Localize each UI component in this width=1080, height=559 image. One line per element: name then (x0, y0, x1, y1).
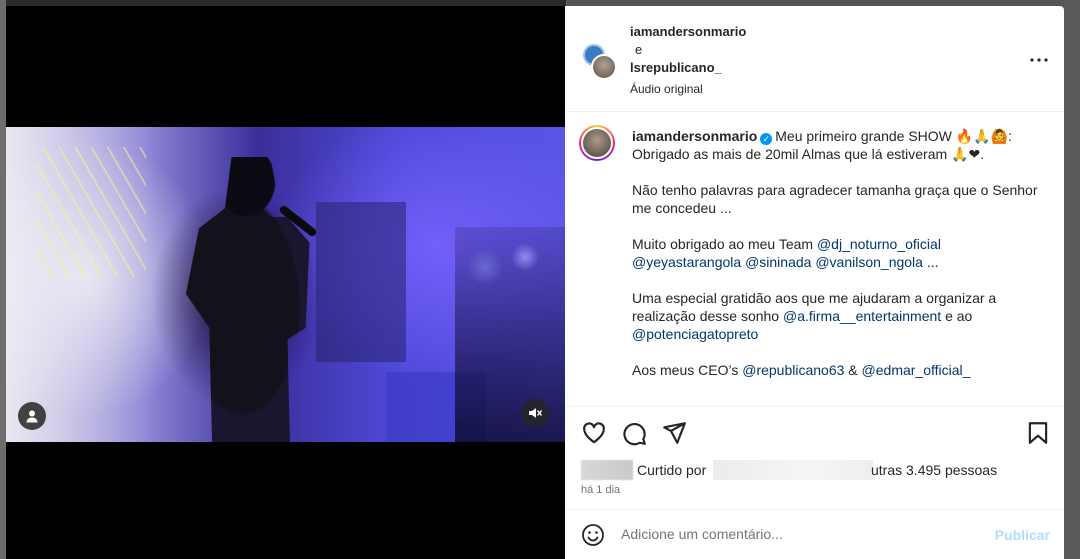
caption-para4-and: e ao (945, 308, 973, 324)
avatar (591, 54, 617, 80)
mention-link[interactable]: @sininada (745, 254, 811, 270)
post-side-panel: iamandersonmario e lsrepublicano_ Áudio … (565, 6, 1064, 559)
verified-badge-icon: ✓ (760, 133, 773, 145)
more-options-button[interactable] (1027, 48, 1051, 72)
mute-button[interactable] (521, 399, 549, 427)
post-header: iamandersonmario e lsrepublicano_ Áudio … (565, 6, 1064, 112)
mention-link[interactable]: @dj_noturno_oficial (817, 236, 941, 252)
comment-button[interactable] (621, 420, 647, 446)
author-joiner: e (635, 42, 643, 57)
caption-para3-suffix: ... (926, 254, 939, 270)
liked-by-label: Curtido por (637, 462, 707, 478)
save-button[interactable] (1025, 420, 1051, 446)
emoji-button[interactable] (581, 523, 605, 547)
mention-link[interactable]: @yeyastarangola (632, 254, 741, 270)
mention-link[interactable]: @potenciagatopreto (632, 326, 758, 342)
blurred-avatar (581, 460, 633, 480)
post-actions (565, 406, 1064, 458)
blurred-name (713, 460, 873, 480)
author-username[interactable]: iamandersonmario (630, 23, 746, 41)
mention-link[interactable]: @a.firma__entertainment (783, 308, 941, 324)
caption-area: iamandersonmario ✓ Meu primeiro grande SHO… (565, 113, 1064, 405)
post-media (6, 6, 565, 559)
caption-para3-text: Muito obrigado ao meu Team (632, 236, 814, 252)
like-button[interactable] (581, 420, 607, 446)
comment-icon (623, 422, 646, 446)
heart-icon (583, 422, 605, 444)
share-icon (663, 422, 686, 444)
caption-para5-text: Aos meus CEO’s (632, 362, 739, 378)
reel-video[interactable] (6, 127, 565, 442)
caption-username[interactable]: iamandersonmario (632, 128, 757, 144)
caption-line-1: Meu primeiro grande SHOW 🔥🙏🙆: (775, 128, 1012, 144)
mention-link[interactable]: @vanilson_ngola (815, 254, 923, 270)
coauthor-username[interactable]: lsrepublicano_ (630, 59, 746, 77)
collab-avatars[interactable] (581, 42, 621, 82)
post-caption: iamandersonmario ✓ Meu primeiro grande SHO… (632, 127, 1050, 379)
mention-link[interactable]: @edmar_official_ (862, 362, 971, 378)
mention-link[interactable]: @republicano63 (742, 362, 844, 378)
publish-button[interactable]: Publicar (995, 527, 1050, 543)
share-button[interactable] (661, 420, 687, 446)
add-comment-bar: Publicar (565, 509, 1064, 559)
likes-summary[interactable]: Curtido por utras 3.495 pessoas (581, 460, 1051, 480)
more-options-icon (1030, 58, 1048, 62)
user-tag-icon (26, 410, 38, 423)
user-tag-button[interactable] (18, 402, 46, 430)
audio-muted-icon (529, 408, 542, 418)
bookmark-icon (1028, 422, 1048, 444)
avatar[interactable] (579, 125, 615, 161)
audio-label[interactable]: Áudio original (630, 80, 746, 98)
performer (186, 157, 310, 442)
likes-count-text[interactable]: utras 3.495 pessoas (871, 462, 997, 478)
comment-input[interactable] (621, 526, 981, 542)
emoji-icon (582, 524, 604, 546)
caption-para5-amp: & (848, 362, 858, 378)
caption-line-2: Obrigado as mais de 20mil Almas que lá e… (632, 146, 985, 162)
post-timestamp[interactable]: há 1 dia (581, 484, 620, 496)
caption-paragraph-2: Não tenho palavras para agradecer tamanh… (632, 182, 1038, 216)
